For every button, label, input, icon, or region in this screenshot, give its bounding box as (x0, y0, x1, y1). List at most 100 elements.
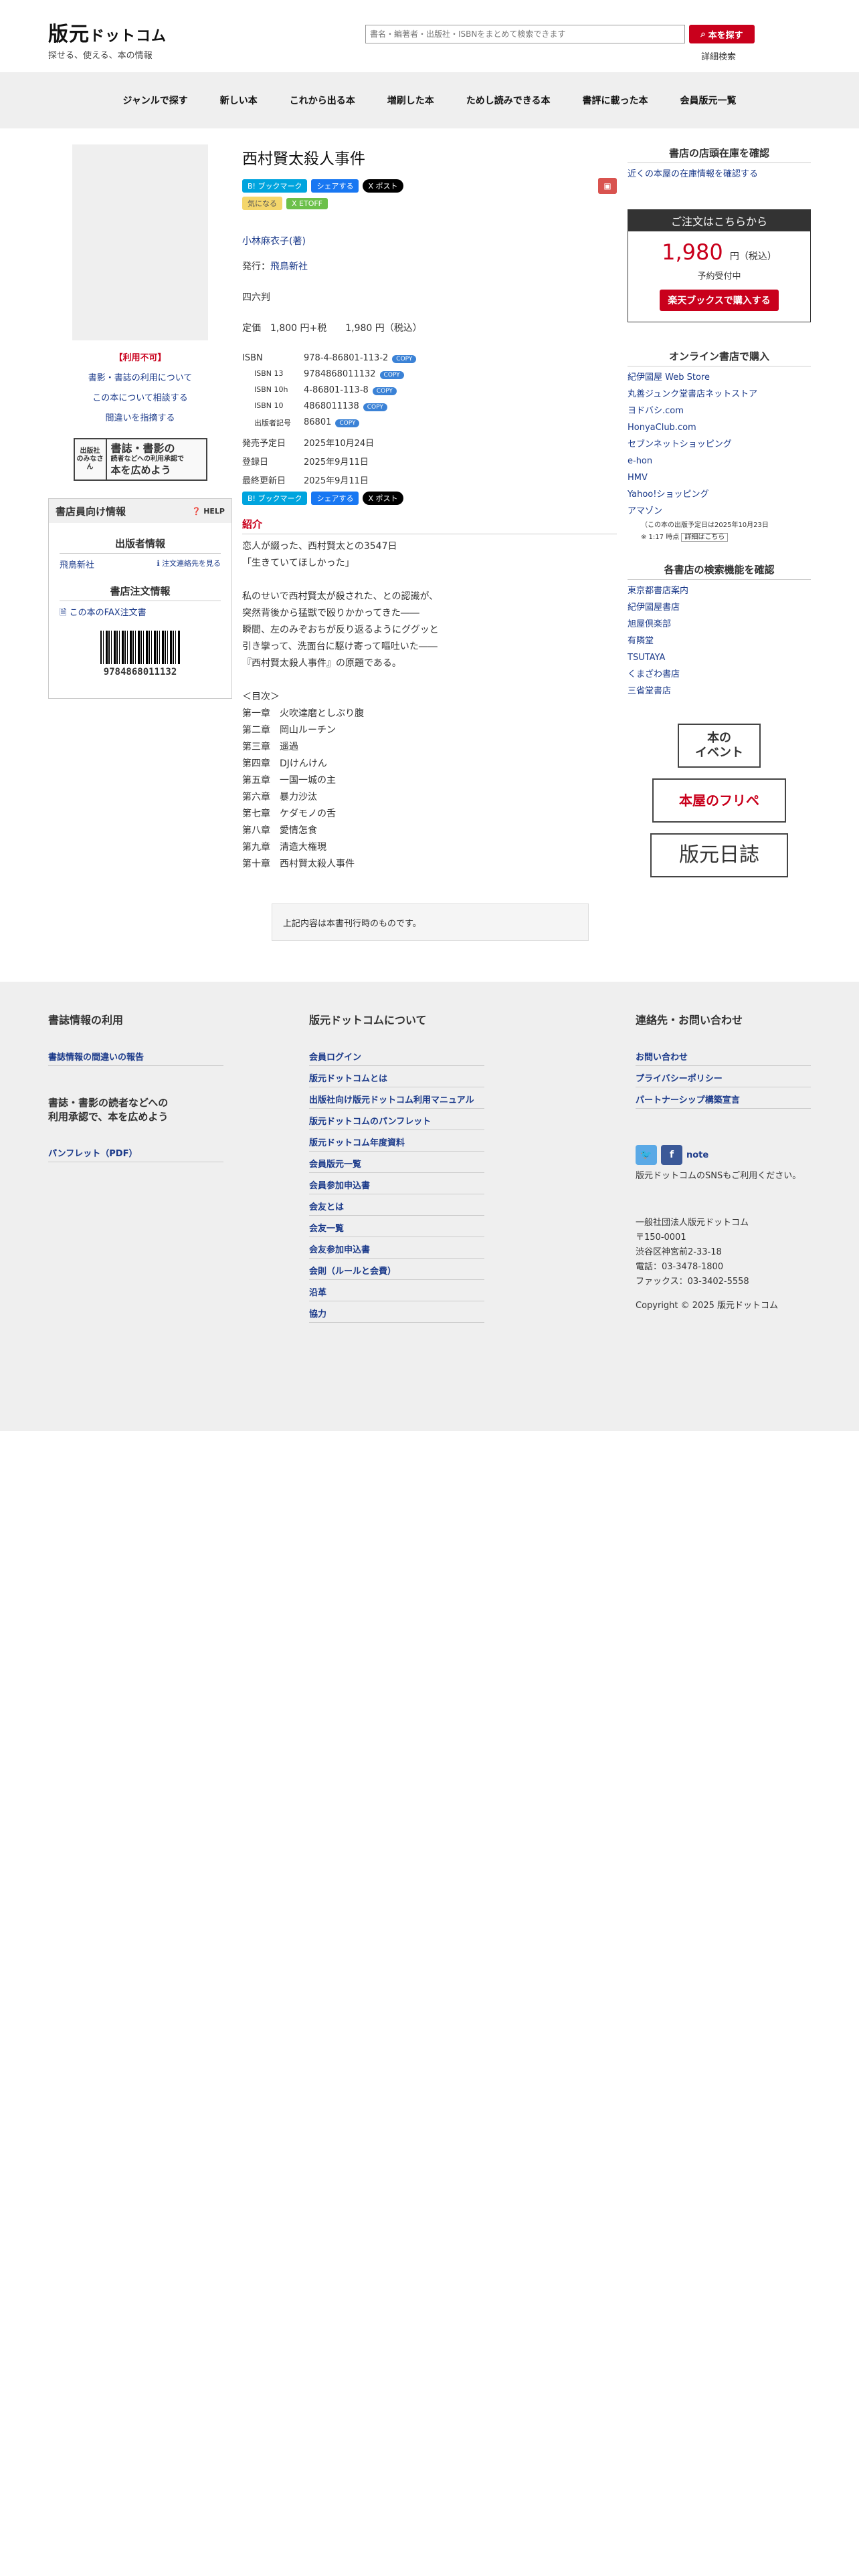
copy-button[interactable]: COPY (379, 371, 404, 379)
book-event-banner[interactable]: 本の イベント (678, 724, 761, 768)
stock-heading: 書店の店頭在庫を確認 (628, 146, 811, 163)
share-buttons: B! ブックマーク シェアする X ポスト ▣ (242, 178, 617, 194)
order-contact-link[interactable]: ℹ 注文連絡先を見る (157, 558, 221, 570)
hanmoto-diary-banner[interactable]: 版元日誌 (650, 833, 788, 877)
store-search-link-1[interactable]: 紀伊國屋書店 (628, 603, 680, 613)
site-logo[interactable]: 版元ドットコム 探せる、使える、本の情報 (48, 17, 167, 61)
fax-order-link[interactable]: 🗎 この本のFAX注文書 (60, 605, 147, 621)
facebook-share-button[interactable]: シェアする (311, 179, 359, 193)
footer-about-link-3[interactable]: 版元ドットコムのパンフレット (309, 1109, 484, 1130)
author-link[interactable]: 小林麻衣子(著) (242, 236, 306, 247)
footer-about-link-9[interactable]: 会友参加申込書 (309, 1237, 484, 1259)
price-line: 定価 1,800 円+税 1,980 円（税込） (242, 323, 422, 334)
nav-item-5[interactable]: 書評に載った本 (567, 94, 664, 107)
hatena-bookmark-button-2[interactable]: B! ブックマーク (242, 492, 308, 505)
tagline: 探せる、使える、本の情報 (48, 51, 153, 61)
publisher-name-link[interactable]: 飛鳥新社 (270, 261, 308, 272)
isbn-label: ISBN 10h (254, 385, 288, 394)
etoff-button[interactable]: X ETOFF (286, 197, 328, 209)
footer-pamphlet-link[interactable]: パンフレット（PDF） (48, 1141, 223, 1162)
footer-about-link-10[interactable]: 会則（ルールと会費） (309, 1259, 484, 1280)
x-post-button-2[interactable]: X ポスト (363, 492, 403, 505)
intro-text: 恋人が綴った、西村賢太との3547日 「生きていてほしかった」 私のせいで西村賢… (242, 541, 439, 869)
date-value: 2025年9月11日 (304, 457, 369, 467)
kininaru-button[interactable]: 気になる (242, 197, 282, 210)
footer-about-link-7[interactable]: 会友とは (309, 1194, 484, 1216)
isbn-value: 86801 COPY (304, 417, 617, 428)
online-store-link-2[interactable]: ヨドバシ.com (628, 406, 684, 416)
main-nav: ジャンルで探す 新しい本 これから出る本 増刷した本 ためし読みできる本 書評に載った本会… (0, 72, 859, 128)
online-store-link-7[interactable]: Yahoo!ショッピング (628, 490, 708, 500)
nav-item-0[interactable]: ジャンルで探す (106, 94, 203, 107)
help-link[interactable]: ❓ HELP (192, 507, 225, 516)
preorder-status: 予約受付中 (697, 272, 741, 282)
copyright: Copyright © 2025 版元ドットコム (636, 1301, 779, 1311)
copy-button[interactable]: COPY (372, 387, 397, 395)
nav-item-1[interactable]: 新しい本 (204, 94, 274, 107)
footer-about-link-11[interactable]: 沿革 (309, 1280, 484, 1301)
footer-about-link-2[interactable]: 出版社向け版元ドットコム利用マニュアル (309, 1087, 484, 1109)
nav-item-2[interactable]: これから出る本 (274, 94, 371, 107)
isbn-label: ISBN (242, 353, 263, 363)
footer-about-link-8[interactable]: 会友一覧 (309, 1216, 484, 1237)
nav-item-3[interactable]: 増刷した本 (371, 94, 450, 107)
copy-button[interactable]: COPY (363, 403, 387, 411)
footer-contact-link-0[interactable]: お問い合わせ (636, 1045, 811, 1066)
online-store-link-3[interactable]: HonyaClub.com (628, 423, 696, 433)
dates-grid: 発売予定日 2025年10月24日 登録日 2025年9月11日 最終更新日 2025年9… (242, 436, 617, 486)
buy-rakuten-button[interactable]: 楽天ブックスで購入する (660, 290, 779, 311)
isbn-label: ISBN 10 (254, 401, 284, 410)
bookmark-icon[interactable]: ▣ (598, 178, 617, 194)
advanced-search-link[interactable]: 詳細検索 (701, 49, 736, 62)
disclaimer-note: 上記内容は本書刊行時のものです。 (272, 903, 589, 941)
nav-item-4[interactable]: ためし読みできる本 (450, 94, 567, 107)
footer-about-link-6[interactable]: 会員参加申込書 (309, 1173, 484, 1194)
not-allowed-label: 【利用不可】 (114, 353, 167, 363)
copy-button[interactable]: COPY (335, 419, 360, 427)
online-store-link-5[interactable]: e-hon (628, 456, 652, 466)
online-store-link-0[interactable]: 紀伊國屋 Web Store (628, 372, 710, 383)
search-button[interactable]: ⌕ 本を探す (689, 25, 755, 43)
store-search-link-3[interactable]: 有隣堂 (628, 636, 654, 646)
right-column: 書店の店頭在庫を確認 近くの本屋の在庫情報を確認する ご注文はこちらから 1,9… (628, 146, 811, 877)
consult-link[interactable]: この本について相談する (92, 393, 188, 403)
store-search-link-4[interactable]: TSUTAYA (628, 653, 665, 663)
store-search-link-0[interactable]: 東京都書店案内 (628, 586, 688, 596)
online-store-link-1[interactable]: 丸善ジュンク堂書店ネットストア (628, 389, 757, 399)
footer-about-link-5[interactable]: 会員版元一覧 (309, 1152, 484, 1173)
search-input[interactable] (365, 25, 685, 43)
hatena-bookmark-button[interactable]: B! ブックマーク (242, 179, 308, 193)
store-search-link-5[interactable]: くまざわ書店 (628, 669, 680, 679)
footer-about-link-12[interactable]: 協力 (309, 1301, 484, 1323)
store-search-link-6[interactable]: 三省堂書店 (628, 686, 671, 696)
nav-item-6[interactable]: 会員版元一覧 (664, 94, 753, 107)
online-store-link-6[interactable]: HMV (628, 473, 648, 483)
note-link[interactable]: note (686, 1150, 708, 1160)
copy-button[interactable]: COPY (392, 355, 417, 363)
promo-banner[interactable]: 出版社 のみなさん 書誌・書影の 読者などへの利用承認で 本を広めよう (73, 438, 207, 481)
footer-about-link-4[interactable]: 版元ドットコム年度資料 (309, 1130, 484, 1152)
isbn-grid: ISBN 978-4-86801-113-2 COPY ISBN 13 97848680… (242, 353, 617, 428)
report-error-link[interactable]: 間違いを指摘する (105, 413, 175, 423)
twitter-icon[interactable]: 🐦 (636, 1145, 657, 1165)
footer-report-link[interactable]: 書誌情報の間違いの報告 (48, 1045, 223, 1066)
footer-about-link-1[interactable]: 版元ドットコムとは (309, 1066, 484, 1087)
cover-usage-link[interactable]: 書影・書誌の利用について (88, 373, 193, 383)
online-store-link-8[interactable]: アマゾン (628, 506, 662, 516)
facebook-share-button-2[interactable]: シェアする (311, 492, 359, 505)
online-store-link-4[interactable]: セブンネットショッピング (628, 439, 732, 449)
store-search-link-2[interactable]: 旭屋倶楽部 (628, 619, 671, 629)
sns-text: 版元ドットコムのSNSもご利用ください。 (636, 1171, 801, 1181)
x-post-button[interactable]: X ポスト (363, 179, 403, 193)
question-icon: ❓ (191, 506, 201, 516)
facebook-icon[interactable]: f (661, 1145, 682, 1165)
publisher-link[interactable]: 飛鳥新社 (60, 558, 94, 570)
footer-contact-link-1[interactable]: プライバシーポリシー (636, 1066, 811, 1087)
amazon-detail-button[interactable]: 詳細はこちら (681, 533, 729, 542)
footer-about-link-0[interactable]: 会員ログイン (309, 1045, 484, 1066)
date-label: 発売予定日 (242, 439, 286, 449)
publisher-info-heading: 出版者情報 (60, 536, 221, 554)
footer-contact-link-2[interactable]: パートナーシップ構築宣言 (636, 1087, 811, 1109)
freepaper-banner[interactable]: 本屋のフリペ (652, 778, 786, 823)
stock-link[interactable]: 近くの本屋の在庫情報を確認する (628, 169, 758, 179)
